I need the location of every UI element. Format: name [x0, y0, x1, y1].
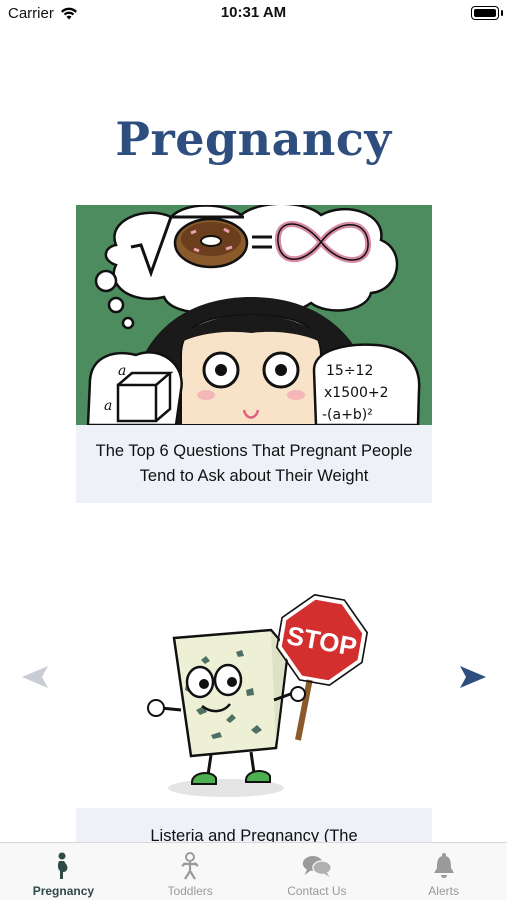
chat-bubbles-icon	[302, 851, 332, 881]
page-title: Pregnancy	[115, 112, 392, 166]
battery-icon	[471, 6, 503, 20]
bell-icon	[429, 851, 459, 881]
article-card[interactable]: STOP Listeria and Pregnancy (The	[76, 590, 432, 844]
pregnant-woman-icon	[48, 851, 78, 881]
status-bar: Carrier 10:31 AM	[0, 0, 507, 26]
tab-label: Pregnancy	[32, 884, 95, 898]
tab-label: Toddlers	[167, 884, 213, 898]
svg-text:a: a	[104, 398, 112, 414]
tab-bar: Pregnancy Toddlers Contact Us Alerts	[0, 842, 507, 900]
article-caption: Listeria and Pregnancy (The	[76, 808, 432, 844]
svg-text:15÷12: 15÷12	[326, 363, 373, 379]
tab-toddlers[interactable]: Toddlers	[127, 843, 254, 900]
cheese-stop-sign-illustration: STOP	[76, 590, 432, 808]
status-time: 10:31 AM	[220, 4, 287, 21]
article-card[interactable]: a a 15÷12 x1500+2 -(a+b)² The Top 6 Ques…	[76, 205, 432, 503]
article-caption: The Top 6 Questions That Pregnant People…	[76, 425, 432, 503]
svg-text:a: a	[118, 363, 126, 379]
tab-alerts[interactable]: Alerts	[380, 843, 507, 900]
arrow-left-icon[interactable]	[20, 664, 50, 690]
tab-pregnancy[interactable]: Pregnancy	[0, 843, 127, 900]
tab-label: Contact Us	[287, 884, 347, 898]
tab-contact-us[interactable]: Contact Us	[254, 843, 381, 900]
toddler-icon	[175, 851, 205, 881]
tab-label: Alerts	[428, 884, 459, 898]
thinking-cartoon-illustration: a a 15÷12 x1500+2 -(a+b)²	[76, 205, 432, 425]
svg-text:x1500+2: x1500+2	[324, 385, 389, 401]
svg-text:-(a+b)²: -(a+b)²	[322, 407, 373, 423]
arrow-right-icon[interactable]	[458, 664, 488, 690]
